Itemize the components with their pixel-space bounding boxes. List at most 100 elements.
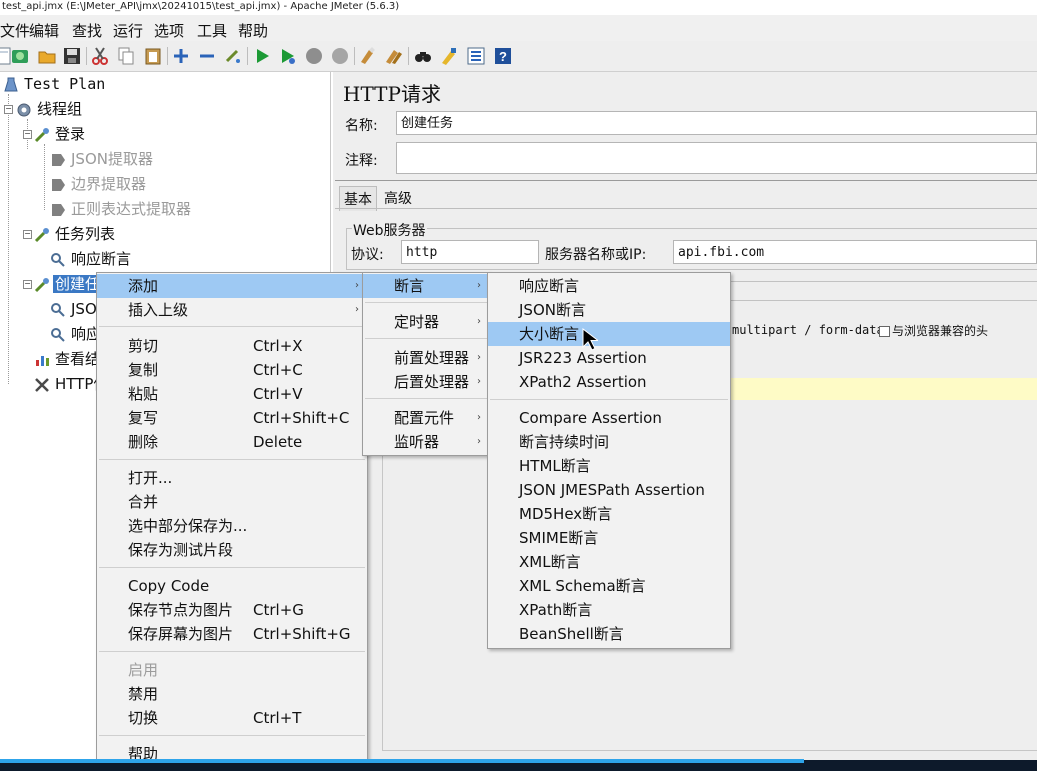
menu-item-response-assertion[interactable]: 响应断言 [488,274,730,298]
stop-icon[interactable] [304,46,324,66]
menu-item-xpath2-assertion[interactable]: XPath2 Assertion [488,370,730,394]
reset-search-icon[interactable] [439,46,459,66]
templates-icon[interactable] [10,46,30,66]
protocol-field[interactable]: http [401,240,539,264]
search-icon[interactable] [413,46,433,66]
start-no-pause-icon[interactable] [278,46,298,66]
menu-item-json-assertion[interactable]: JSON断言 [488,298,730,322]
menu-item-cut[interactable]: 剪切 Ctrl+X [97,334,367,358]
menu-item-toggle[interactable]: 切换 Ctrl+T [97,706,367,730]
menu-item-copy[interactable]: 复制 Ctrl+C [97,358,367,382]
menu-run[interactable]: 运行 [113,20,143,41]
menu-item-add[interactable]: 添加 › [97,274,367,298]
menu-item-disable[interactable]: 禁用 [97,682,367,706]
open-icon[interactable] [37,46,57,66]
name-field[interactable]: 创建任务 [396,111,1037,135]
menu-item-timers[interactable]: 定时器 › [363,310,489,334]
menu-item-md5hex-assertion[interactable]: MD5Hex断言 [488,502,730,526]
save-icon[interactable] [62,46,82,66]
help-icon[interactable]: ? [493,46,513,66]
menu-options[interactable]: 选项 [154,20,184,41]
menu-file[interactable]: 文件 [0,20,30,41]
tree-item-json-extractor[interactable]: JSON提取器 [50,148,155,170]
menu-item-label: 禁用 [128,685,159,703]
menu-item-merge[interactable]: 合并 [97,490,367,514]
menu-item-insert-parent[interactable]: 插入上级 › [97,298,367,322]
menu-item-compare-assertion[interactable]: Compare Assertion [488,406,730,430]
menu-item-pre-processors[interactable]: 前置处理器 › [363,346,489,370]
menu-item-html-assertion[interactable]: HTML断言 [488,454,730,478]
toggle-icon[interactable] [223,46,243,66]
tree-item-boundary-extractor[interactable]: 边界提取器 [50,173,148,195]
tree-item-login[interactable]: 登录 [34,123,87,145]
menu-item-xml-assertion[interactable]: XML断言 [488,550,730,574]
menu-item-label: 前置处理器 [394,349,470,367]
menu-item-save-selection-as[interactable]: 选中部分保存为... [97,514,367,538]
clear-icon[interactable] [358,46,378,66]
multipart-label: multipart / form-data [732,323,884,337]
cut-icon[interactable] [90,46,110,66]
menu-item-xml-schema-assertion[interactable]: XML Schema断言 [488,574,730,598]
test-plan-icon [4,77,18,91]
tree-item-test-plan[interactable]: Test Plan [3,73,107,95]
start-icon[interactable] [252,46,272,66]
menu-item-duplicate[interactable]: 复写 Ctrl+Shift+C [97,406,367,430]
menu-item-open[interactable]: 打开... [97,466,367,490]
browser-headers-checkbox[interactable] [879,326,890,337]
menu-item-save-screen-image[interactable]: 保存屏幕为图片 Ctrl+Shift+G [97,622,367,646]
menu-tools[interactable]: 工具 [197,20,227,41]
toolbar-separator [354,47,355,65]
tree-item-regex-extractor[interactable]: 正则表达式提取器 [50,198,193,220]
shutdown-icon[interactable] [330,46,350,66]
expand-icon[interactable] [171,46,191,66]
menu-item-copy-code[interactable]: Copy Code [97,574,367,598]
menu-item-assertions[interactable]: 断言 › [363,274,489,298]
clear-all-icon[interactable] [384,46,404,66]
menu-item-label: 大小断言 [519,325,580,343]
comment-field[interactable] [396,142,1037,174]
menu-edit[interactable]: 编辑 [29,20,59,41]
tree-collapse-toggle[interactable]: − [23,280,32,289]
menu-item-label: 打开... [128,469,173,487]
tree-collapse-toggle[interactable]: − [23,230,32,239]
copy-icon[interactable] [116,46,136,66]
menu-item-label: 保存屏幕为图片 [128,625,234,643]
server-field[interactable]: api.fbi.com [673,240,1037,264]
menu-search[interactable]: 查找 [72,20,102,41]
tree-collapse-toggle[interactable]: − [23,130,32,139]
menu-item-xpath-assertion[interactable]: XPath断言 [488,598,730,622]
tab-advanced[interactable]: 高级 [382,188,414,208]
menu-item-config-elements[interactable]: 配置元件 › [363,406,489,430]
splitter[interactable] [335,180,1037,181]
paste-icon[interactable] [143,46,163,66]
menu-item-paste[interactable]: 粘贴 Ctrl+V [97,382,367,406]
menu-item-duration-assertion[interactable]: 断言持续时间 [488,430,730,454]
tree-item-response-assertion[interactable]: 响应断言 [50,248,133,270]
function-helper-icon[interactable] [466,46,486,66]
menu-item-json-jmespath-assertion[interactable]: JSON JMESPath Assertion [488,478,730,502]
collapse-icon[interactable] [197,46,217,66]
menu-item-label: MD5Hex断言 [519,505,613,523]
menu-item-listeners[interactable]: 监听器 › [363,430,489,454]
tree-item-task-list[interactable]: 任务列表 [34,223,117,245]
menu-item-label: SMIME断言 [519,529,599,547]
submenu-arrow-icon: › [355,304,359,315]
menu-item-delete[interactable]: 删除 Delete [97,430,367,454]
tree-item-thread-group[interactable]: 线程组 [16,98,84,120]
menu-item-post-processors[interactable]: 后置处理器 › [363,370,489,394]
protocol-label: 协议: [351,247,384,263]
tree-item-json-assertion[interactable]: JSO [50,298,99,320]
tree-item-view-results[interactable]: 查看结 [34,348,102,370]
tree-item-create-task[interactable]: 创建任 [34,273,103,295]
menu-help[interactable]: 帮助 [238,20,268,41]
menu-item-label: 响应断言 [519,277,580,295]
menu-item-smime-assertion[interactable]: SMIME断言 [488,526,730,550]
menu-item-size-assertion[interactable]: 大小断言 [488,322,730,346]
menu-item-save-as-test-fragment[interactable]: 保存为测试片段 [97,538,367,562]
tree-collapse-toggle[interactable]: − [4,105,13,114]
menu-item-label: JSON JMESPath Assertion [519,481,705,499]
menu-item-jsr223-assertion[interactable]: JSR223 Assertion [488,346,730,370]
menu-separator [365,398,487,399]
menu-item-save-node-image[interactable]: 保存节点为图片 Ctrl+G [97,598,367,622]
menu-item-beanshell-assertion[interactable]: BeanShell断言 [488,622,730,646]
